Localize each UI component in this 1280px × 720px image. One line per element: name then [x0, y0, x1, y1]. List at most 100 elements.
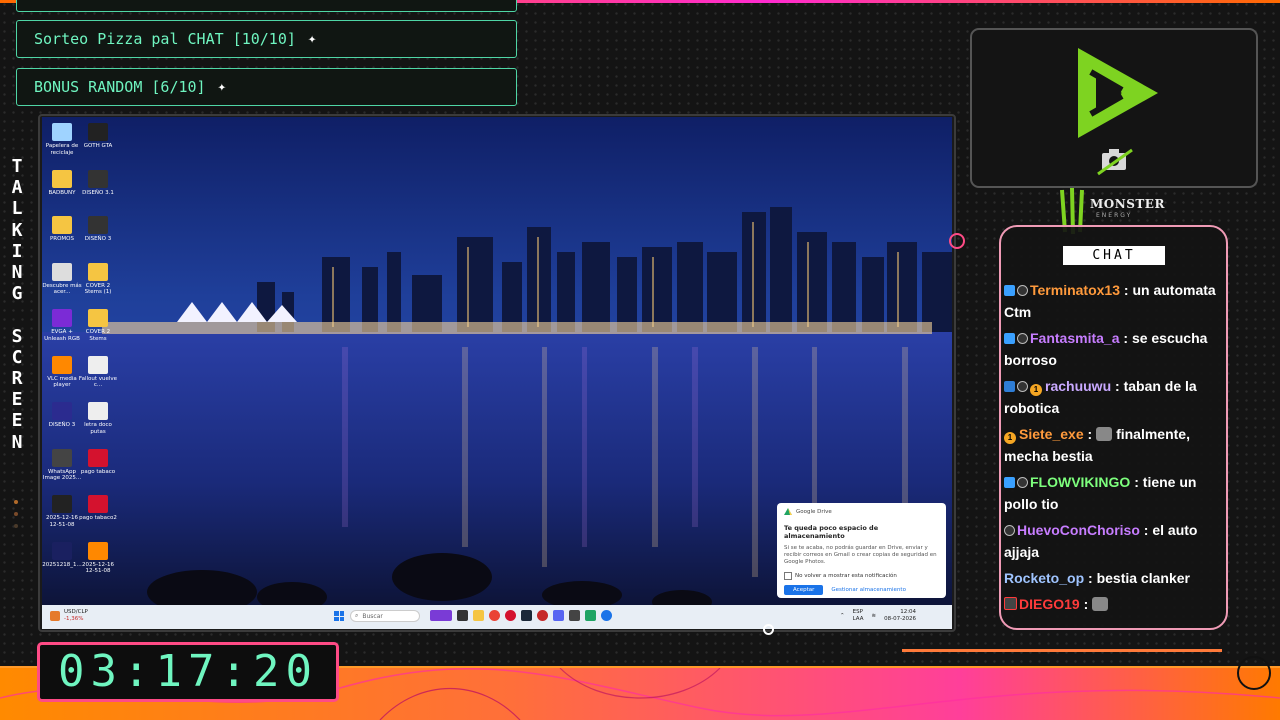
discord-icon[interactable]	[553, 610, 564, 621]
mod-badge-icon	[1004, 597, 1017, 610]
chat-username[interactable]: HuevoConChoriso	[1017, 522, 1140, 538]
accept-button[interactable]: Aceptar	[784, 585, 824, 595]
system-clock[interactable]: 12:04 08-07-2026	[884, 609, 916, 622]
side-dots	[14, 500, 18, 536]
windows-start-icon[interactable]	[334, 611, 344, 621]
wifi-icon[interactable]: ≋	[871, 613, 876, 619]
side-title-letter: S	[11, 325, 23, 347]
file-icon	[88, 541, 108, 560]
dark-ring	[1237, 656, 1271, 690]
file-icon	[52, 495, 72, 513]
folder-icon[interactable]	[473, 610, 484, 621]
chevron-up-icon[interactable]: ⌃	[840, 613, 845, 619]
checkbox-label: No volver a mostrar esta notificación	[795, 573, 897, 579]
chat-separator: :	[1139, 522, 1153, 538]
lang-code: ESP	[852, 609, 863, 615]
goal-bar-pizza: Sorteo Pizza pal CHAT [10/10] ✦	[16, 20, 517, 58]
chat-separator: :	[1079, 596, 1093, 612]
emote-icon	[1092, 597, 1109, 611]
desktop-icon[interactable]: EVGA + Unleash RGB	[42, 309, 82, 342]
desktop-icon[interactable]: pago tabaco	[78, 448, 118, 476]
desktop-icon[interactable]: DISEÑO 3.1	[78, 169, 118, 197]
app-icon[interactable]	[601, 610, 612, 621]
file-icon	[88, 495, 108, 513]
chat-text: bestia clanker	[1096, 570, 1190, 586]
chat-username[interactable]: rachuuwu	[1045, 378, 1111, 394]
desktop-icon[interactable]: WhatsApp Image 2025...	[42, 448, 82, 482]
goal-label: Sorteo Pizza pal CHAT [10/10]	[34, 30, 296, 48]
desktop-icon-label: VLC media player	[47, 375, 77, 389]
taskbar-search[interactable]: ⌕ Buscar	[350, 610, 420, 622]
manage-storage-link[interactable]: Gestionar almacenamiento	[831, 587, 906, 593]
side-title-letter: C	[11, 346, 23, 368]
desktop-icon[interactable]: BADBUNY	[42, 169, 82, 197]
desktop-icon[interactable]: DISEÑO 3	[78, 216, 118, 243]
lang-layout: LAA	[852, 615, 864, 622]
chat-message: Fantasmita_a : se escucha borroso	[1004, 327, 1218, 371]
desktop-icon[interactable]: COVER 2 Stems (1)	[78, 262, 118, 296]
desktop-icon[interactable]: letra doco putas	[78, 402, 118, 435]
desktop-icon[interactable]: Descubre más acer...	[42, 262, 82, 296]
chat-username[interactable]: Fantasmita_a	[1030, 330, 1119, 346]
app-icon[interactable]	[537, 610, 548, 621]
side-title: TALKING SCREEN	[6, 156, 28, 453]
opera-icon[interactable]	[505, 610, 516, 621]
desktop-icon-label: WhatsApp Image 2025...	[42, 468, 82, 482]
desktop-icon-label: DISEÑO 3	[84, 236, 112, 242]
chat-username[interactable]: Terminatox13	[1030, 282, 1120, 298]
chat-separator: :	[1120, 282, 1133, 298]
app-icon[interactable]	[457, 610, 468, 621]
side-title-letter	[6, 304, 28, 325]
steam-icon[interactable]	[521, 610, 532, 621]
desktop-icon[interactable]: 2025-12-16 12-51-08	[78, 541, 118, 575]
chat-separator: :	[1119, 330, 1132, 346]
app-icon[interactable]	[569, 610, 580, 621]
desktop-icon[interactable]: PROMOS	[42, 216, 82, 243]
chat-username[interactable]: FLOWVIKINGO	[1030, 474, 1130, 490]
app-icon[interactable]	[430, 610, 452, 621]
desktop-icon[interactable]: DISEÑO 3	[42, 402, 82, 429]
prime-badge-icon	[1004, 381, 1015, 392]
desktop-icon[interactable]: 2025-12-16 12-51-08	[42, 495, 82, 528]
chat-separator: :	[1111, 378, 1124, 394]
emote-icon	[1096, 427, 1113, 441]
chat-username[interactable]: Rocketo_op	[1004, 570, 1084, 586]
desktop-icon[interactable]: COVER 2 Stems	[78, 309, 118, 342]
desktop-icon[interactable]: Papelera de reciclaje	[42, 123, 82, 156]
chrome-icon[interactable]	[489, 610, 500, 621]
desktop-icon-label: BADBUNY	[48, 189, 76, 196]
sparkle-icon: ✦	[217, 79, 227, 95]
goal-bar-bonus: BONUS RANDOM [6/10] ✦	[16, 68, 517, 106]
desktop-icon-label: GOTH GTA	[83, 143, 113, 149]
streamer-logo	[1078, 48, 1158, 176]
desktop-icon[interactable]: GOTH GTA	[78, 123, 118, 150]
file-icon	[52, 123, 72, 141]
desktop-icon-label: 2025-12-16 12-51-08	[82, 561, 114, 575]
checkbox-box[interactable]	[784, 572, 792, 580]
language-indicator[interactable]: ESP LAA	[853, 609, 864, 622]
desktop-icon[interactable]: 20251218_1...	[42, 541, 82, 569]
side-title-letter: T	[11, 156, 23, 177]
desktop-icon-label: Descubre más acer...	[42, 282, 82, 296]
chat-header: CHAT	[1063, 246, 1165, 265]
file-icon	[52, 262, 72, 281]
chat-message: HuevoConChoriso : el auto ajjaja	[1004, 519, 1218, 563]
desktop-icon[interactable]: Fallout vuelve c...	[78, 355, 118, 389]
stock-widget[interactable]: USD/CLP -1,36%	[50, 609, 88, 622]
file-icon	[88, 216, 108, 234]
dont-show-checkbox[interactable]: No volver a mostrar esta notificación	[784, 572, 939, 580]
file-icon	[52, 541, 72, 560]
desktop-icon-label: 2025-12-16 12-51-08	[46, 515, 78, 528]
desktop-icon[interactable]: VLC media player	[42, 355, 82, 389]
desktop-icon-label: Fallout vuelve c...	[78, 375, 118, 389]
app-icon[interactable]	[585, 610, 596, 621]
clock-date: 08-07-2026	[884, 615, 917, 622]
chat-username[interactable]: DIEGO19	[1019, 596, 1080, 612]
desktop-icon[interactable]: pago tabaco2	[78, 495, 118, 522]
desktop-icon-label: EVGA + Unleash RGB	[44, 329, 80, 342]
search-placeholder: Buscar	[362, 612, 383, 620]
chat-username[interactable]: Siete_exe	[1019, 426, 1084, 442]
chat-separator: :	[1083, 426, 1097, 442]
desktop-icon-label: Papelera de reciclaje	[45, 143, 79, 156]
desktop-icon-label: pago tabaco	[80, 468, 116, 475]
